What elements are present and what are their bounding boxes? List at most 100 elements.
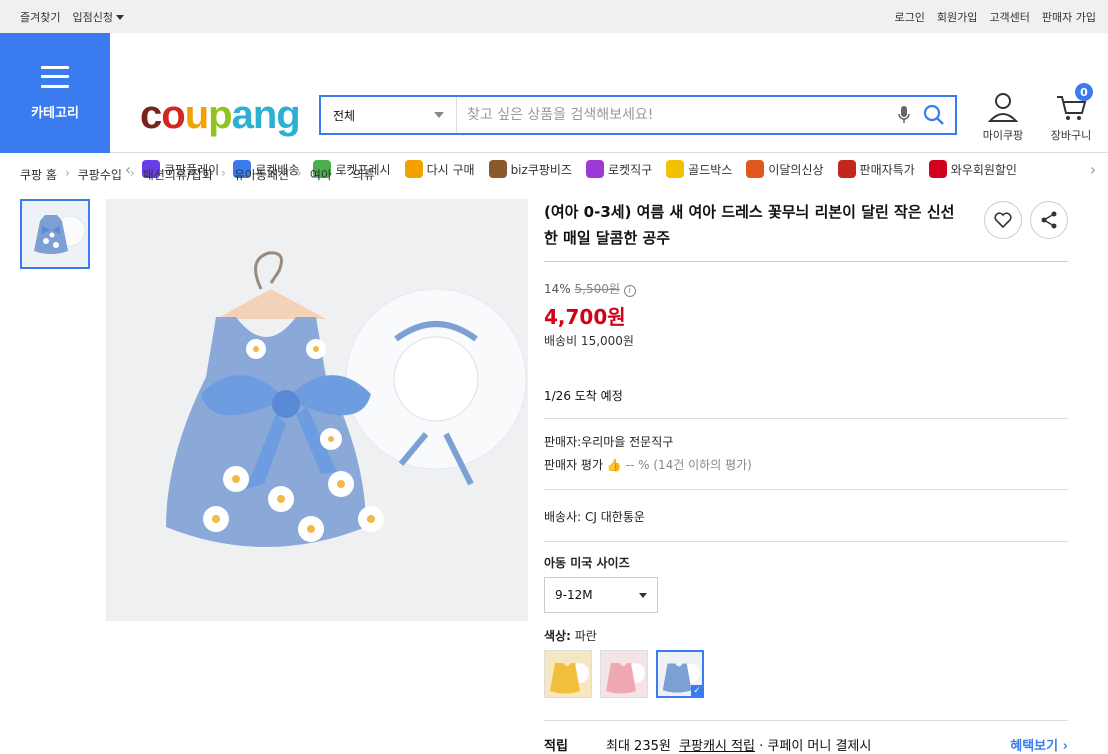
color-swatch-pink[interactable]	[600, 650, 648, 698]
divider	[544, 489, 1068, 490]
breadcrumb-item[interactable]: 쿠팡수입	[78, 166, 122, 183]
quick-nav-icon	[837, 160, 856, 178]
chevron-right-icon: ›	[297, 166, 302, 180]
sale-price: 4,700원	[544, 305, 626, 329]
breadcrumb-item[interactable]: 여아	[310, 166, 332, 183]
quick-nav-label: 판매자특가	[859, 162, 915, 177]
caret-down-icon	[115, 15, 124, 20]
seller-name[interactable]: 판매자:우리마을 전문직구	[544, 433, 1068, 450]
chevron-right-icon: ›	[221, 166, 226, 180]
quick-nav-item[interactable]: biz쿠팡비즈	[488, 160, 572, 178]
reward-label: 적립	[544, 739, 568, 754]
share-button[interactable]	[1030, 201, 1068, 239]
chevron-down-icon	[639, 592, 647, 598]
chevron-down-icon	[434, 112, 444, 118]
menu-icon	[41, 65, 69, 88]
cart-label: 장바구니	[1050, 129, 1092, 142]
breadcrumb-item[interactable]: 쿠팡 홈	[20, 166, 57, 183]
quick-nav-icon	[585, 160, 604, 178]
quick-nav-icon	[666, 160, 685, 178]
dress-yellow-image	[550, 663, 589, 694]
search-scope-select[interactable]: 전체	[321, 97, 457, 133]
cart-button[interactable]: 장바구니 0	[1043, 83, 1099, 143]
size-select[interactable]: 9-12M	[544, 577, 658, 613]
share-icon	[1041, 211, 1057, 229]
color-swatch-yellow[interactable]	[544, 650, 592, 698]
my-coupang-label: 마이쿠팡	[982, 129, 1024, 142]
discount-row: 14% 5,500원 i	[544, 280, 1068, 297]
reward-row: 적립 최대 235원 쿠팡캐시 적립 · 쿠페이 머니 결제시 혜택보기 ›	[544, 735, 1068, 754]
quick-nav-item[interactable]: 골드박스	[666, 160, 732, 178]
search-input[interactable]	[457, 107, 889, 123]
divider	[544, 261, 1068, 262]
microphone-icon	[898, 106, 910, 123]
user-icon	[988, 93, 1018, 122]
courier-row: 배송사: CJ 대한통운	[544, 508, 1068, 525]
quick-nav-item[interactable]: 다시 구매	[404, 160, 475, 178]
quick-nav-item[interactable]: 로켓직구	[585, 160, 653, 178]
coupang-logo[interactable]: coupang	[140, 95, 301, 135]
seller-rating: 판매자 평가 👍 -- % (14건 이하의 평가)	[544, 456, 1068, 473]
reward-amount: 최대 235원	[606, 739, 671, 754]
wishlist-button[interactable]	[984, 201, 1022, 239]
quick-nav-item[interactable]: 와우회원할인	[928, 160, 1017, 178]
divider	[544, 720, 1068, 721]
breadcrumb-item[interactable]: 의류	[353, 166, 375, 183]
chevron-right-icon: ›	[339, 166, 345, 180]
product-title: (여아 0-3세) 여름 새 여아 드레스 꽃무늬 리본이 달린 작은 신선한 …	[544, 203, 955, 247]
heart-icon	[994, 212, 1012, 228]
benefits-link-label: 혜택보기	[1010, 739, 1059, 754]
quick-nav-item[interactable]: 판매자특가	[837, 160, 915, 178]
quick-nav-label: 와우회원할인	[950, 162, 1017, 177]
original-price: 5,500원	[574, 282, 620, 296]
search-icon	[923, 104, 944, 125]
signup-link[interactable]: 회원가입	[937, 9, 977, 25]
color-swatch-blue[interactable]: ✓	[656, 650, 704, 698]
breadcrumb-item[interactable]: 유아동패션	[234, 166, 289, 183]
dress-pink-image	[606, 663, 645, 694]
customer-center-link[interactable]: 고객센터	[989, 9, 1029, 25]
quick-nav-label: 골드박스	[688, 162, 733, 177]
seller-apply-link[interactable]: 입점신청	[72, 9, 124, 25]
dress-image	[166, 251, 527, 547]
coupang-cash-link[interactable]: 쿠팡캐시 적립	[679, 735, 755, 754]
size-option-label: 아동 미국 사이즈	[544, 556, 630, 570]
my-coupang-button[interactable]: 마이쿠팡	[975, 91, 1031, 143]
benefits-link[interactable]: 혜택보기 ›	[1010, 735, 1068, 754]
courier-label: 배송사:	[544, 510, 582, 524]
seller-apply-label: 입점신청	[72, 10, 113, 24]
color-option-label: 색상:	[544, 629, 571, 643]
quick-nav-icon	[404, 160, 423, 178]
thumbnail-selected[interactable]	[20, 199, 90, 269]
color-option-row: 색상: 파란	[544, 627, 1068, 644]
quick-nav-label: 로켓직구	[607, 162, 653, 177]
quick-nav-icon	[488, 160, 507, 178]
search-bar: 전체	[319, 95, 957, 135]
quick-nav-icon	[928, 160, 947, 178]
search-button[interactable]	[919, 97, 949, 133]
divider	[544, 418, 1068, 419]
login-link[interactable]: 로그인	[895, 9, 925, 25]
quick-nav-label: 이달의신상	[768, 162, 824, 177]
quick-nav-item[interactable]: 이달의신상	[746, 160, 824, 178]
voice-search-button[interactable]	[889, 97, 919, 133]
breadcrumb-item[interactable]: 패션의류/잡화	[143, 166, 213, 183]
header: 카테고리 coupang 전체 마이쿠팡 장바구니 0 ‹ 쿠팡플레이로켓배송로…	[0, 33, 1108, 179]
info-icon[interactable]: i	[623, 285, 636, 297]
chevron-right-icon[interactable]: ›	[1083, 160, 1103, 179]
category-button[interactable]: 카테고리	[0, 33, 110, 153]
seller-signup-link[interactable]: 판매자 가입	[1042, 9, 1096, 25]
cart-count-badge: 0	[1075, 83, 1093, 101]
size-select-value: 9-12M	[555, 588, 593, 602]
courier-name: CJ 대한통운	[585, 510, 645, 524]
search-scope-value: 전체	[333, 108, 356, 123]
breadcrumb: 쿠팡 홈 › 쿠팡수입 › 패션의류/잡화 › 유아동패션 › 여아 › 의류	[20, 166, 375, 183]
bookmark-link[interactable]: 즐겨찾기	[20, 9, 60, 25]
quick-nav-label: 다시 구매	[426, 162, 475, 177]
seller-rating-value: -- % (14건 이하의 평가)	[625, 458, 752, 472]
discount-rate: 14%	[544, 282, 571, 296]
chevron-right-icon: ›	[129, 166, 135, 180]
top-utility-bar: 즐겨찾기 입점신청 로그인 회원가입 고객센터 판매자 가입	[0, 0, 1108, 33]
arrival-date: 1/26 도착 예정	[544, 389, 623, 403]
dress-thumbnail-image	[34, 215, 86, 254]
